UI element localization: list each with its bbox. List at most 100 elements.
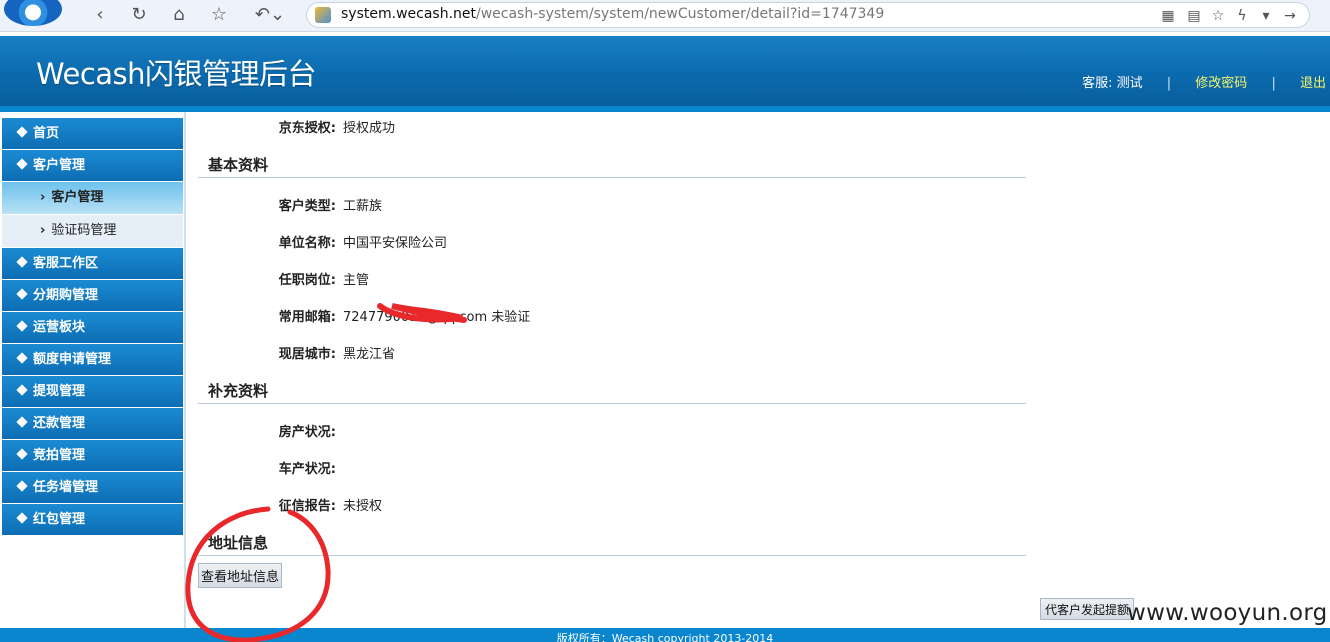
withdraw-on-behalf-button[interactable]: 代客户发起提额 — [1040, 598, 1134, 620]
sidebar-item-label: 红包管理 — [33, 512, 86, 527]
sidebar-item-label: 任务墙管理 — [33, 480, 99, 495]
section-header-basic: 基本资料 — [198, 150, 1026, 178]
sidebar-item-label: 竞拍管理 — [33, 448, 86, 463]
field-value: 7247790010@qq.com 未验证 — [343, 306, 530, 325]
browser-toolbar: ‹ ↻ ⌂ ☆ ↶⌄ system.wecash.net/wecash-syst… — [0, 0, 1330, 32]
sidebar-subitem-verification-code[interactable]: › 验证码管理 — [2, 215, 183, 247]
sidebar-item-label: 分期购管理 — [33, 288, 99, 303]
diamond-icon — [16, 288, 28, 300]
reload-icon[interactable]: ↻ — [125, 3, 153, 27]
diamond-icon — [16, 256, 28, 268]
dropdown-icon[interactable]: ▾ — [1255, 5, 1277, 27]
sidebar-divider — [184, 112, 186, 642]
sidebar-item-customer-management[interactable]: 客户管理 — [2, 150, 183, 181]
sidebar-item-label: 验证码管理 — [51, 223, 117, 238]
company-row: 单位名称: 中国平安保险公司 — [198, 232, 1028, 252]
field-value: 中国平安保险公司 — [343, 236, 448, 251]
section-title: 基本资料 — [208, 156, 269, 174]
field-label: 征信报告: — [278, 499, 336, 514]
field-label: 京东授权: — [278, 121, 336, 136]
bookmark-star-icon[interactable]: ☆ — [1207, 5, 1229, 27]
diamond-icon — [16, 512, 28, 524]
sidebar-item-repayment[interactable]: 还款管理 — [2, 408, 183, 439]
field-label: 常用邮箱: — [278, 310, 336, 325]
sidebar-item-label: 客户管理 — [33, 158, 86, 173]
home-icon[interactable]: ⌂ — [165, 3, 193, 27]
diamond-icon — [16, 126, 28, 138]
customer-type-row: 客户类型: 工薪族 — [198, 195, 1028, 215]
current-user-label: 客服: 测试 — [1082, 76, 1143, 91]
reader-mode-icon[interactable]: ▤ — [1183, 5, 1205, 27]
favorite-star-icon[interactable]: ☆ — [205, 3, 233, 27]
sidebar-item-installment[interactable]: 分期购管理 — [2, 280, 183, 311]
house-row: 房产状况: — [198, 421, 1028, 441]
sidebar-item-label: 运营板块 — [33, 320, 86, 335]
sidebar-item-auction[interactable]: 竞拍管理 — [2, 440, 183, 471]
sidebar-item-label: 还款管理 — [33, 416, 86, 431]
sidebar-item-withdrawal[interactable]: 提现管理 — [2, 376, 183, 407]
view-address-button[interactable]: 查看地址信息 — [198, 563, 282, 588]
sidebar-subitem-customer-management[interactable]: › 客户管理 — [2, 182, 183, 214]
sidebar-item-task-wall[interactable]: 任务墙管理 — [2, 472, 183, 503]
field-value: 授权成功 — [343, 121, 396, 136]
sidebar-item-service-workspace[interactable]: 客服工作区 — [2, 248, 183, 279]
email-value: 7247790010@qq.com — [343, 310, 488, 325]
back-icon[interactable]: ‹ — [86, 3, 114, 27]
diamond-icon — [16, 384, 28, 396]
email-status: 未验证 — [491, 310, 531, 325]
field-label: 任职岗位: — [278, 273, 336, 288]
sidebar-item-label: 额度申请管理 — [33, 352, 112, 367]
diamond-icon — [16, 158, 28, 170]
sidebar-item-red-packet[interactable]: 红包管理 — [2, 504, 183, 535]
separator: | — [1166, 76, 1172, 91]
go-arrow-icon[interactable]: → — [1279, 5, 1301, 27]
address-bar[interactable]: system.wecash.net/wecash-system/system/n… — [306, 2, 1310, 28]
sidebar-item-label: 客户管理 — [51, 190, 104, 205]
separator: | — [1271, 76, 1276, 91]
footer: 版权所有：Wecash copyright 2013-2014 — [0, 628, 1330, 642]
field-label: 客户类型: — [278, 199, 336, 214]
chevron-right-icon: › — [40, 190, 46, 205]
site-favicon-icon — [315, 7, 331, 23]
section-header-address: 地址信息 — [198, 528, 1026, 556]
app-title: Wecash闪银管理后台 — [36, 57, 317, 91]
sidebar-item-label: 客服工作区 — [33, 256, 99, 271]
app-header: Wecash闪银管理后台 客服: 测试 | 修改密码 | 退出 — [0, 36, 1330, 112]
logout-link[interactable]: 退出 — [1300, 72, 1326, 91]
sidebar-item-credit-application[interactable]: 额度申请管理 — [2, 344, 183, 375]
browser-logo-icon — [4, 0, 62, 26]
field-label: 房产状况: — [278, 425, 336, 440]
sidebar-menu: 首页 客户管理 › 客户管理 › 验证码管理 客服工作区 分期购管理 运营板块 额度… — [2, 118, 183, 536]
sidebar-item-label: 首页 — [33, 126, 60, 141]
field-label: 单位名称: — [278, 236, 336, 251]
credit-report-row: 征信报告: 未授权 — [198, 495, 1028, 515]
section-title: 补充资料 — [208, 382, 269, 400]
diamond-icon — [16, 480, 28, 492]
email-row: 常用邮箱: 7247790010@qq.com 未验证 — [198, 306, 1028, 326]
diamond-icon — [16, 448, 28, 460]
chevron-right-icon: › — [40, 223, 46, 238]
change-password-link[interactable]: 修改密码 — [1195, 72, 1247, 91]
sidebar: 首页 客户管理 › 客户管理 › 验证码管理 客服工作区 分期购管理 运营板块 额度… — [0, 112, 186, 642]
field-label: 现居城市: — [278, 347, 336, 362]
sidebar-item-label: 提现管理 — [33, 384, 86, 399]
diamond-icon — [16, 320, 28, 332]
jd-auth-row: 京东授权: 授权成功 — [198, 117, 1028, 137]
customer-detail-panel: 京东授权: 授权成功 基本资料 客户类型: 工薪族 单位名称: 中国平安保险公司… — [198, 112, 1028, 642]
position-row: 任职岗位: 主管 — [198, 269, 1028, 289]
field-value: 未授权 — [343, 499, 383, 514]
speed-lightning-icon[interactable]: ϟ — [1231, 5, 1253, 27]
diamond-icon — [16, 352, 28, 364]
section-header-extra: 补充资料 — [198, 376, 1026, 404]
sidebar-item-operations[interactable]: 运营板块 — [2, 312, 183, 343]
section-title: 地址信息 — [208, 534, 269, 552]
user-bar: 客服: 测试 | 修改密码 | 退出 — [1082, 72, 1330, 91]
field-value: 黑龙江省 — [343, 347, 396, 362]
field-value: 主管 — [343, 273, 370, 288]
qr-code-icon[interactable]: ▦ — [1157, 5, 1179, 27]
city-row: 现居城市: 黑龙江省 — [198, 343, 1028, 363]
sidebar-item-home[interactable]: 首页 — [2, 118, 183, 149]
undo-history-icon[interactable]: ↶⌄ — [252, 3, 288, 27]
watermark: www.wooyun.org — [1127, 600, 1328, 626]
url-text: system.wecash.net/wecash-system/system/n… — [341, 6, 885, 22]
